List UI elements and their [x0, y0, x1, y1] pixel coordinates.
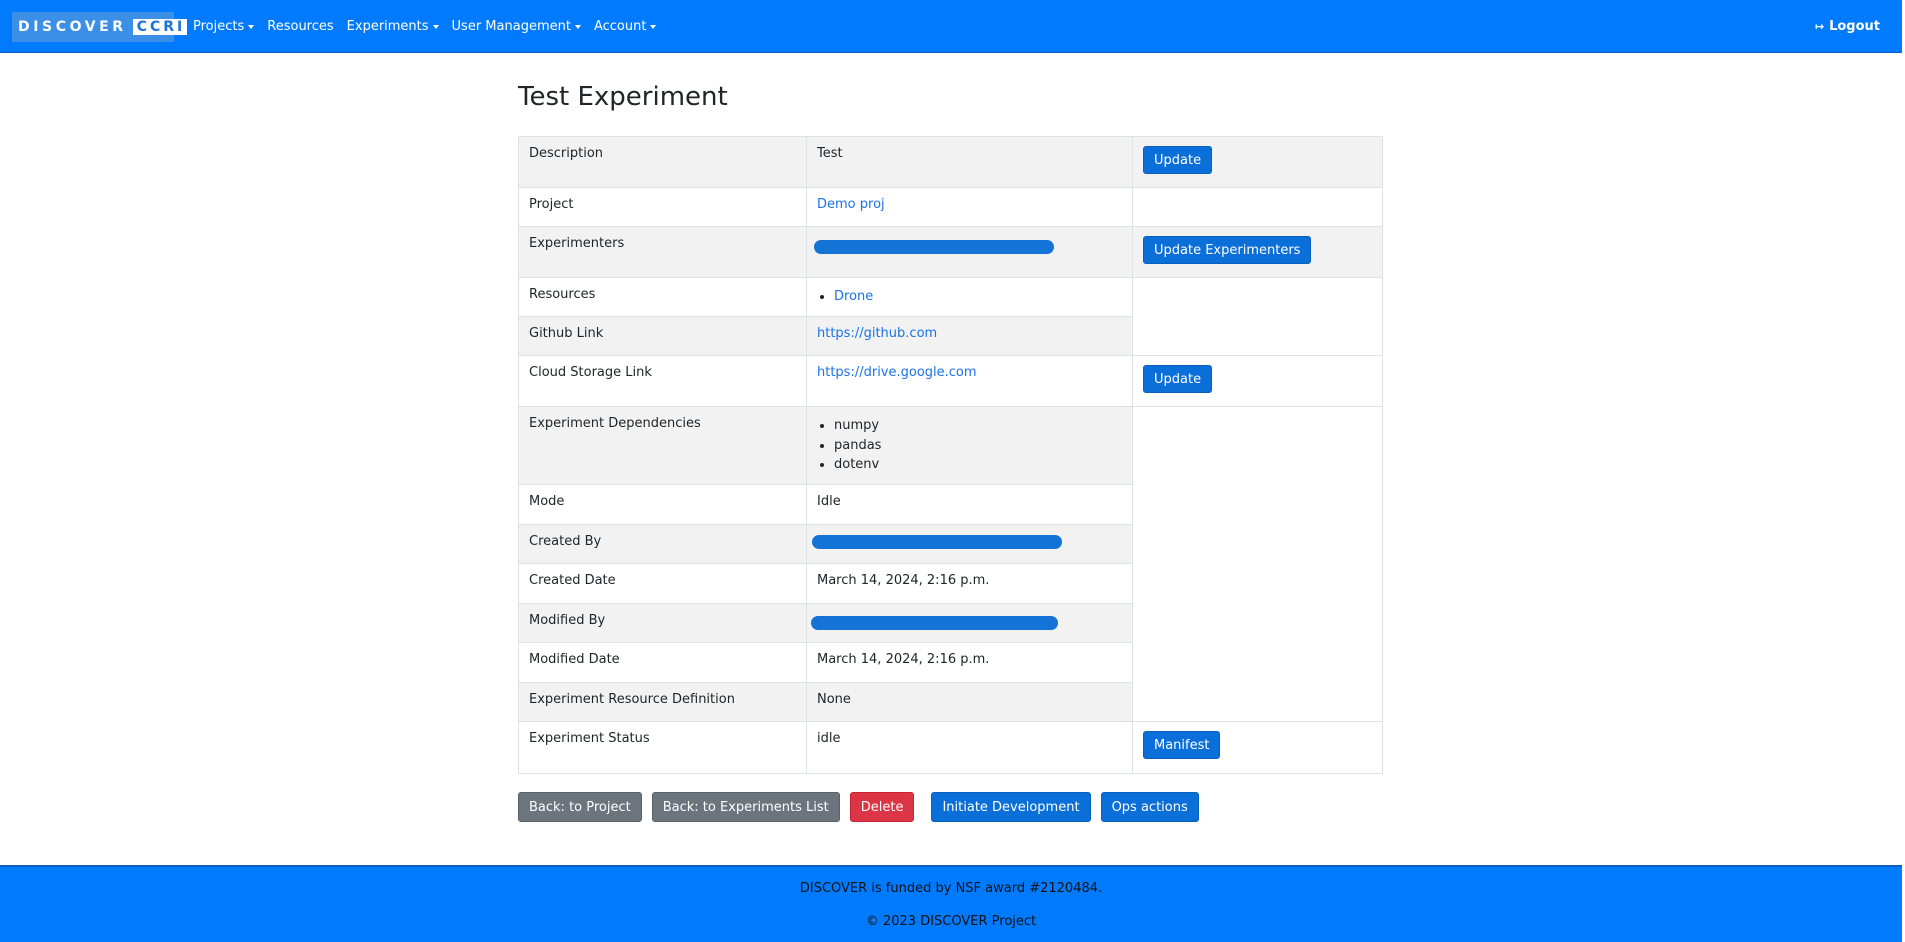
brand-word-discover: DISCOVER: [18, 19, 127, 35]
list-item: dotenv: [834, 455, 1122, 475]
logout-link[interactable]: ↦ Logout: [1815, 0, 1880, 53]
row-action-cell: [1132, 406, 1383, 722]
project-link[interactable]: Demo proj: [817, 197, 885, 212]
resources-list: Drone: [817, 287, 1122, 307]
row-label: Created By: [518, 523, 807, 564]
redacted-modified-by: [811, 615, 1058, 630]
row-label: Experiment Dependencies: [518, 406, 807, 485]
nav-projects[interactable]: Projects: [193, 19, 255, 34]
footer-funding: DISCOVER is funded by NSF award #2120484…: [799, 881, 1103, 896]
row-project: Project Demo proj: [518, 187, 1383, 227]
nav-user-management-label: User Management: [451, 19, 571, 34]
dependencies-cell: numpy pandas dotenv: [806, 406, 1133, 485]
experimenters-cell: [806, 226, 1133, 278]
delete-button[interactable]: Delete: [849, 792, 915, 822]
main-nav: Projects Resources Experiments User Mana…: [193, 0, 669, 53]
row-resources: Resources Drone: [518, 277, 1383, 356]
back-to-project-button[interactable]: Back: to Project: [518, 792, 642, 822]
resource-definition-value: None: [806, 681, 1133, 722]
row-action-cell: [1132, 187, 1383, 227]
logout-icon: ↦: [1814, 20, 1825, 33]
redacted-experimenters: [814, 240, 1054, 254]
nav-resources[interactable]: Resources: [267, 19, 333, 34]
nav-projects-label: Projects: [193, 19, 245, 34]
modified-date-value: March 14, 2024, 2:16 p.m.: [806, 641, 1133, 683]
row-action-cell: Update Experimenters: [1132, 226, 1383, 278]
brand-logo[interactable]: DISCOVER CCRI: [12, 12, 188, 42]
caret-down-icon: [248, 24, 255, 29]
cloud-cell: https://drive.google.com: [806, 355, 1133, 407]
manifest-button[interactable]: Manifest: [1143, 730, 1221, 759]
row-label: Experiment Status: [518, 720, 807, 774]
nav-experiments-label: Experiments: [346, 19, 429, 34]
row-label: Experiment Resource Definition: [518, 681, 807, 722]
row-experimenters: Experimenters Update Experimenters: [518, 226, 1383, 278]
nav-account[interactable]: Account: [594, 19, 657, 34]
modified-by-cell: [806, 602, 1133, 643]
row-label: Description: [518, 136, 807, 188]
list-item: pandas: [834, 436, 1122, 456]
experiment-detail-table: Description Test Update Project Demo pro…: [518, 136, 1383, 774]
row-experiment-status: Experiment Status idle Manifest: [518, 720, 1383, 774]
logout-label: Logout: [1829, 19, 1880, 34]
cloud-storage-link[interactable]: https://drive.google.com: [817, 365, 977, 380]
row-label: Cloud Storage Link: [518, 355, 807, 407]
row-label: Resources: [518, 277, 807, 317]
top-navbar: DISCOVER CCRI Projects Resources Experim…: [0, 0, 1902, 53]
row-dependencies: Experiment Dependencies numpy pandas dot…: [518, 406, 1383, 722]
row-label: Github Link: [518, 316, 807, 356]
update-experimenters-button[interactable]: Update Experimenters: [1143, 236, 1312, 264]
description-value: Test: [806, 136, 1133, 188]
caret-down-icon: [650, 24, 657, 29]
resource-link-drone[interactable]: Drone: [834, 289, 873, 304]
row-label: Modified Date: [518, 641, 807, 683]
row-action-cell: Manifest: [1132, 720, 1383, 774]
created-date-value: March 14, 2024, 2:16 p.m.: [806, 562, 1133, 604]
list-item: numpy: [834, 416, 1122, 436]
row-action-cell: Update: [1132, 355, 1383, 407]
row-action-cell: [1132, 277, 1383, 356]
github-link[interactable]: https://github.com: [817, 326, 937, 341]
brand-word-ccri: CCRI: [132, 19, 188, 35]
nav-user-management[interactable]: User Management: [452, 19, 581, 34]
page-actions: Back: to Project Back: to Experiments Li…: [518, 792, 1199, 822]
mode-value: Idle: [806, 483, 1133, 525]
row-action-cell: Update: [1132, 136, 1383, 188]
dependencies-list: numpy pandas dotenv: [817, 416, 1122, 475]
row-label: Created Date: [518, 562, 807, 604]
project-cell: Demo proj: [806, 187, 1133, 227]
page-title: Test Experiment: [518, 82, 728, 112]
list-item: Drone: [834, 287, 1122, 307]
github-cell: https://github.com: [806, 316, 1133, 356]
ops-actions-button[interactable]: Ops actions: [1100, 792, 1199, 822]
row-description: Description Test Update: [518, 136, 1383, 188]
resources-cell: Drone: [806, 277, 1133, 317]
footer: DISCOVER is funded by NSF award #2120484…: [0, 865, 1902, 942]
back-to-experiments-list-button[interactable]: Back: to Experiments List: [651, 792, 840, 822]
nav-account-label: Account: [593, 19, 647, 34]
row-label: Project: [518, 187, 807, 227]
row-cloud-storage: Cloud Storage Link https://drive.google.…: [518, 355, 1383, 407]
nav-experiments[interactable]: Experiments: [347, 19, 439, 34]
initiate-development-button[interactable]: Initiate Development: [931, 792, 1091, 822]
experiment-status-value: idle: [806, 720, 1133, 774]
update-description-button[interactable]: Update: [1143, 146, 1213, 174]
row-label: Experimenters: [518, 226, 807, 278]
caret-down-icon: [432, 24, 439, 29]
footer-copyright: © 2023 DISCOVER Project: [865, 914, 1037, 929]
caret-down-icon: [574, 24, 581, 29]
created-by-cell: [806, 523, 1133, 564]
update-cloud-storage-button[interactable]: Update: [1143, 365, 1213, 393]
row-label: Modified By: [518, 602, 807, 643]
redacted-created-by: [812, 534, 1062, 549]
nav-resources-label: Resources: [267, 19, 334, 34]
row-label: Mode: [518, 483, 807, 525]
